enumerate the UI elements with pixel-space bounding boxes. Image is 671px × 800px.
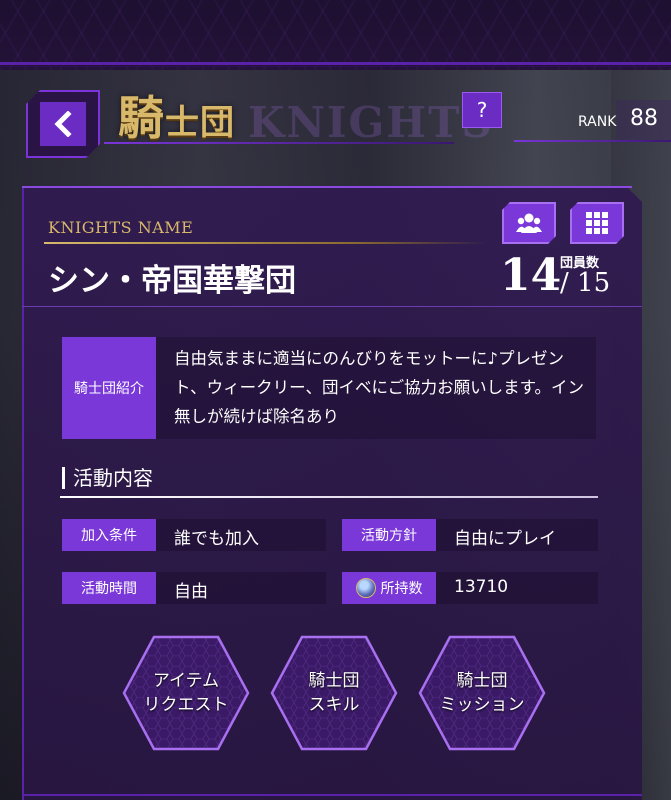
- title-underline: [104, 142, 454, 144]
- intro-label: 騎士団紹介: [62, 337, 156, 439]
- rank-label: RANK: [578, 114, 617, 130]
- help-button[interactable]: ?: [462, 92, 502, 128]
- item-request-label-line1: アイテム: [152, 671, 220, 691]
- knights-mission-label-line1: 騎士団: [456, 671, 508, 691]
- knights-skill-label-line2: スキル: [308, 695, 360, 715]
- menu-button[interactable]: [570, 202, 624, 244]
- holdings-label: 所持数: [342, 572, 436, 604]
- top-band: [0, 0, 671, 70]
- panel-bottom-border: [22, 794, 642, 796]
- activity-section-line: [60, 496, 598, 498]
- grid-icon: [586, 212, 608, 234]
- back-button[interactable]: [26, 90, 100, 158]
- knights-skill-label: 騎士団 スキル: [309, 669, 360, 717]
- top-band-line: [0, 62, 671, 65]
- name-separator: [22, 306, 642, 307]
- intro-text: 自由気ままに適当にのんびりをモットーに♪プレゼント、ウィークリー、団イベにご協力…: [174, 349, 585, 426]
- knights-name: シン・帝国華撃団: [48, 263, 296, 299]
- policy-value: 自由にプレイ: [454, 529, 556, 549]
- item-request-label-line2: リクエスト: [143, 695, 229, 715]
- knights-mission-label-line2: ミッション: [439, 695, 525, 715]
- join-condition-label: 加入条件: [62, 519, 156, 551]
- members-button[interactable]: [502, 202, 556, 244]
- panel-top-border: [22, 186, 632, 188]
- members-count: 14: [500, 250, 562, 301]
- activity-section-title: 活動内容: [62, 467, 153, 489]
- knights-mission-button[interactable]: 騎士団 ミッション: [418, 635, 546, 751]
- page-title-rest: 士団: [165, 103, 235, 143]
- activity-time-value: 自由: [174, 582, 208, 602]
- holdings-value: 13710: [454, 577, 509, 597]
- members-max: / 15: [560, 268, 611, 298]
- page-title-main: 騎: [118, 91, 165, 145]
- top-band-line-shadow: [0, 66, 671, 67]
- title-watermark: KNIGHTS: [248, 98, 494, 147]
- knights-skill-label-line1: 騎士団: [308, 671, 360, 691]
- group-icon: [516, 212, 542, 234]
- chevron-left-icon: [40, 102, 86, 146]
- policy-label: 活動方針: [342, 519, 436, 551]
- page-title: 騎士団: [118, 82, 235, 148]
- rank-underline: [514, 140, 671, 142]
- holdings-label-text: 所持数: [380, 581, 423, 597]
- knights-mission-label: 騎士団 ミッション: [440, 669, 525, 717]
- item-request-label: アイテム リクエスト: [144, 669, 229, 717]
- rank-value: 88: [630, 106, 658, 131]
- knights-name-label: KNIGHTS NAME: [48, 218, 194, 237]
- item-request-button[interactable]: アイテム リクエスト: [122, 635, 250, 751]
- join-condition-value: 誰でも加入: [174, 529, 259, 549]
- panel-left-border: [22, 188, 24, 800]
- activity-time-label: 活動時間: [62, 572, 156, 604]
- knights-name-underline: [44, 242, 488, 244]
- knights-skill-button[interactable]: 騎士団 スキル: [270, 635, 398, 751]
- medal-icon: [355, 578, 376, 598]
